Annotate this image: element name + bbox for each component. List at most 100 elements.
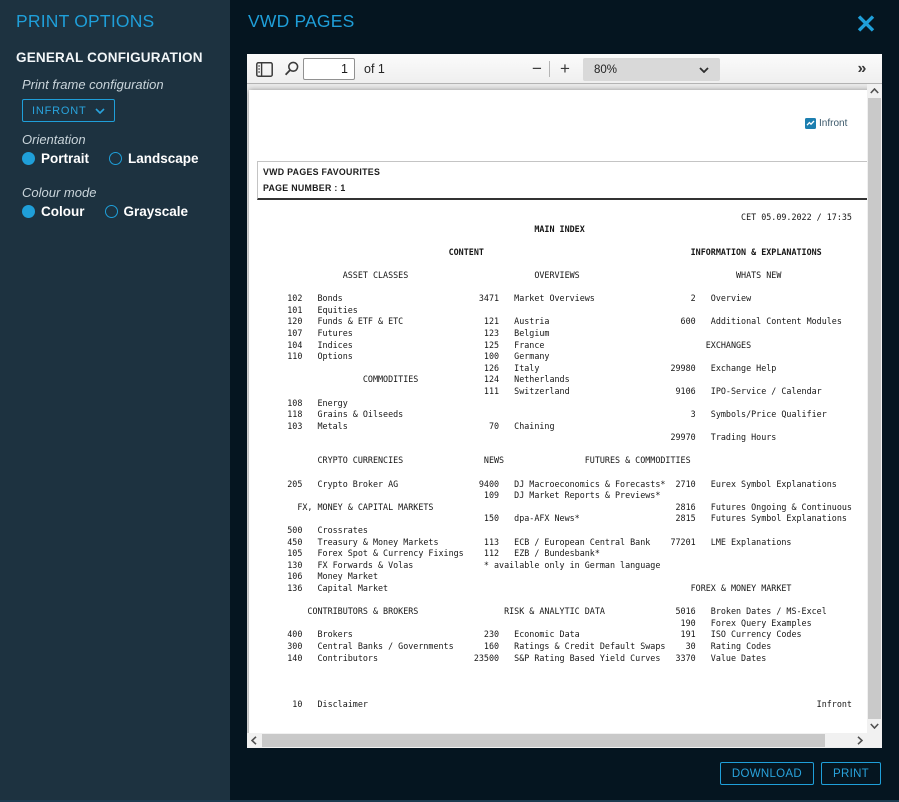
- pdf-line: 102 Bonds 3471 Market Overviews 2 Overvi…: [257, 293, 852, 305]
- pdf-viewport: Infront VWD PAGES FAVOURITES PAGE NUMBER…: [247, 84, 882, 748]
- pdf-line: 109 DJ Market Reports & Previews*: [257, 490, 852, 502]
- pdf-line: COMMODITIES 124 Netherlands: [257, 374, 852, 386]
- pdf-line: [257, 282, 852, 294]
- radio-portrait-label: Portrait: [41, 151, 89, 166]
- pdf-line: 205 Crypto Broker AG 9400 DJ Macroeconom…: [257, 479, 852, 491]
- pdf-line: 500 Crossrates: [257, 525, 852, 537]
- pdf-page-number: PAGE NUMBER : 1: [263, 183, 346, 193]
- scroll-up-arrow[interactable]: [867, 84, 882, 98]
- general-configuration-heading: GENERAL CONFIGURATION: [16, 50, 203, 65]
- zoom-out-button[interactable]: −: [526, 55, 548, 82]
- pdf-body-lines: CET 05.09.2022 / 17:35 MAIN INDEX CONTEN…: [257, 212, 852, 711]
- infront-logo-icon: [805, 118, 816, 129]
- radio-grayscale[interactable]: Grayscale: [105, 204, 189, 219]
- close-icon: [857, 15, 875, 32]
- pdf-line: 120 Funds & ETF & ETC 121 Austria 600 Ad…: [257, 316, 852, 328]
- radio-landscape[interactable]: Landscape: [109, 151, 199, 166]
- panel-title: PRINT OPTIONS: [16, 11, 154, 32]
- scroll-left-arrow[interactable]: [247, 733, 261, 748]
- pdf-line: 105 Forex Spot & Currency Fixings 112 EZ…: [257, 548, 852, 560]
- pdf-line: 104 Indices 125 France EXCHANGES: [257, 340, 852, 352]
- sidebar-toggle-icon: [256, 62, 273, 77]
- scrollbar-corner: [867, 733, 882, 748]
- close-button[interactable]: [856, 15, 876, 33]
- pdf-line: 300 Central Banks / Governments 160 Rati…: [257, 641, 852, 653]
- print-button[interactable]: PRINT: [821, 762, 881, 785]
- pdf-line: CONTENT INFORMATION & EXPLANATIONS: [257, 247, 852, 259]
- radio-circle-icon: [22, 205, 35, 218]
- pdf-line: 10 Disclaimer Infront: [257, 699, 852, 711]
- pdf-line: 150 dpa-AFX News* 2815 Futures Symbol Ex…: [257, 513, 852, 525]
- pdf-line: 450 Treasury & Money Markets 113 ECB / E…: [257, 537, 852, 549]
- frame-config-dropdown[interactable]: INFRONT: [22, 99, 115, 122]
- pdf-doc-title: VWD PAGES FAVOURITES: [263, 167, 380, 177]
- pdf-line: [257, 687, 852, 699]
- pdf-line: 106 Money Market: [257, 571, 852, 583]
- zoom-in-button[interactable]: +: [553, 55, 577, 82]
- pdf-line: 103 Metals 70 Chaining: [257, 421, 852, 433]
- radio-circle-icon: [22, 152, 35, 165]
- pdf-line: 118 Grains & Oilseeds 3 Symbols/Price Qu…: [257, 409, 852, 421]
- orientation-options: Portrait Landscape: [22, 151, 199, 166]
- radio-colour[interactable]: Colour: [22, 204, 85, 219]
- pdf-header-box: VWD PAGES FAVOURITES PAGE NUMBER : 1: [257, 161, 882, 200]
- radio-landscape-label: Landscape: [128, 151, 199, 166]
- colour-mode-label: Colour mode: [22, 185, 96, 200]
- find-button[interactable]: [284, 61, 299, 77]
- pdf-line: CONTRIBUTORS & BROKERS RISK & ANALYTIC D…: [257, 606, 852, 618]
- pdf-toolbar: of 1 − + 80% »: [247, 54, 882, 84]
- pdf-line: MAIN INDEX: [257, 224, 852, 236]
- search-icon: [284, 61, 299, 77]
- zoom-level-select[interactable]: 80%: [583, 58, 720, 81]
- dialog-actions: DOWNLOAD PRINT: [720, 762, 881, 785]
- pdf-line: CET 05.09.2022 / 17:35: [257, 212, 852, 224]
- infront-logo-text: Infront: [819, 118, 847, 129]
- pdf-line: [257, 444, 852, 456]
- vertical-scroll-thumb[interactable]: [868, 98, 881, 719]
- pdf-line: 130 FX Forwards & Volas * available only…: [257, 560, 852, 572]
- preview-panel: VWD PAGES: [230, 0, 899, 802]
- orientation-label: Orientation: [22, 132, 86, 147]
- infront-logo: Infront: [805, 118, 847, 129]
- radio-circle-icon: [109, 152, 122, 165]
- pdf-line: CRYPTO CURRENCIES NEWS FUTURES & COMMODI…: [257, 455, 852, 467]
- pdf-line: 126 Italy 29980 Exchange Help: [257, 363, 852, 375]
- download-button[interactable]: DOWNLOAD: [720, 762, 814, 785]
- colour-mode-options: Colour Grayscale: [22, 204, 188, 219]
- more-tools-button[interactable]: »: [850, 56, 874, 82]
- horizontal-scrollbar[interactable]: [247, 733, 867, 748]
- pdf-line: [257, 664, 852, 676]
- pdf-line: 190 Forex Query Examples: [257, 618, 852, 630]
- vertical-scrollbar[interactable]: [867, 84, 882, 733]
- pdf-line: [257, 676, 852, 688]
- pdf-line: FX, MONEY & CAPITAL MARKETS 2816 Futures…: [257, 502, 852, 514]
- pdf-line: 400 Brokers 230 Economic Data 191 ISO Cu…: [257, 629, 852, 641]
- scroll-down-arrow[interactable]: [867, 719, 882, 733]
- pdf-line: [257, 235, 852, 247]
- dialog-title: VWD PAGES: [248, 11, 355, 32]
- frame-config-value: INFRONT: [32, 105, 86, 117]
- frame-config-label: Print frame configuration: [22, 77, 164, 92]
- toggle-sidebar-button[interactable]: [256, 62, 273, 77]
- page-number-input[interactable]: [303, 58, 355, 80]
- radio-colour-label: Colour: [41, 204, 85, 219]
- chevron-down-icon: [95, 108, 105, 114]
- radio-grayscale-label: Grayscale: [124, 204, 189, 219]
- radio-circle-icon: [105, 205, 118, 218]
- toolbar-divider: [549, 61, 550, 77]
- horizontal-scroll-thumb[interactable]: [262, 734, 825, 747]
- print-options-panel: PRINT OPTIONS GENERAL CONFIGURATION Prin…: [0, 0, 230, 802]
- pdf-line: [257, 595, 852, 607]
- pdf-line: 110 Options 100 Germany: [257, 351, 852, 363]
- pdf-line: 111 Switzerland 9106 IPO-Service / Calen…: [257, 386, 852, 398]
- pdf-line: [257, 467, 852, 479]
- pdf-line: 29970 Trading Hours: [257, 432, 852, 444]
- pdf-line: 140 Contributors 23500 S&P Rating Based …: [257, 653, 852, 665]
- scroll-right-arrow[interactable]: [853, 733, 867, 748]
- page-count-label: of 1: [364, 62, 385, 76]
- radio-portrait[interactable]: Portrait: [22, 151, 89, 166]
- pdf-line: 136 Capital Market FOREX & MONEY MARKET: [257, 583, 852, 595]
- pdf-line: 108 Energy: [257, 398, 852, 410]
- pdf-line: 101 Equities: [257, 305, 852, 317]
- chevron-down-icon: [699, 67, 709, 73]
